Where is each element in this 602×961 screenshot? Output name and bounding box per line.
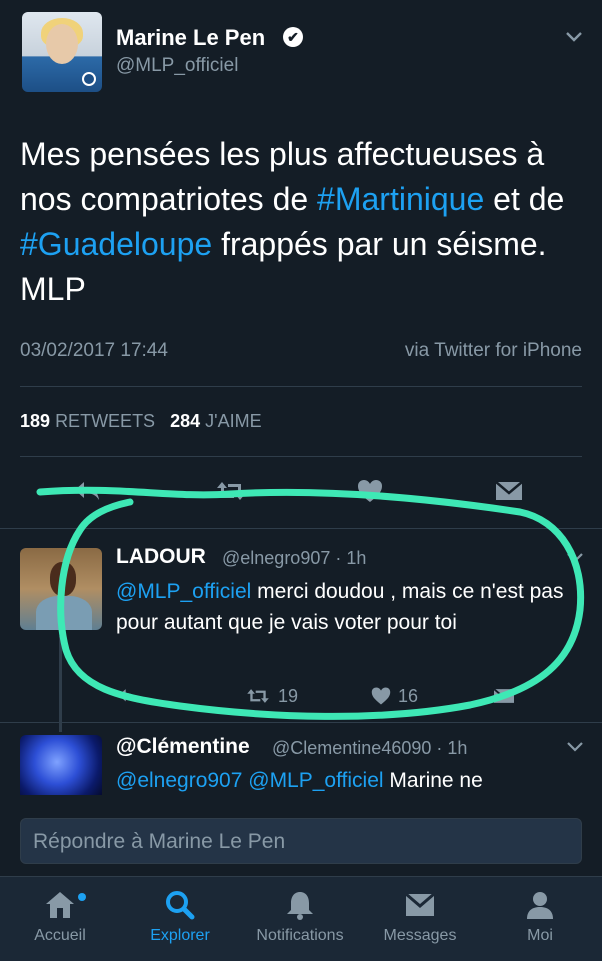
reply-icon[interactable] [72,478,102,511]
author-avatar[interactable] [22,12,102,92]
chevron-down-icon[interactable] [564,28,584,49]
reply-text: @elnegro907 @MLP_officiel Marine ne [116,769,483,792]
person-icon [480,877,600,921]
tab-explorer[interactable]: Explorer [120,877,240,961]
tab-label: Explorer [150,927,210,944]
hashtag-guadeloupe[interactable]: #Guadeloupe [20,226,212,262]
tab-accueil[interactable]: Accueil [0,877,120,961]
home-icon [0,877,120,921]
retweet-icon[interactable] [214,478,248,511]
verified-badge-icon: ✔ [283,27,303,47]
search-icon [120,877,240,921]
envelope-icon [360,877,480,921]
notification-dot [78,893,86,901]
author-handle[interactable]: @MLP_officiel [116,55,238,77]
tweet-text: Mes pensées les plus affectueuses à nos … [20,136,565,307]
tab-notifications[interactable]: Notifications [240,877,360,961]
reply-author-handle[interactable]: @elnegro907 · 1h [222,548,366,569]
retweet-icon[interactable] [244,686,272,711]
reply-like-count: 16 [398,686,419,706]
tweet-timestamp: 03/02/2017 17:44 [20,340,168,361]
chevron-down-icon[interactable] [566,740,584,758]
likes-count[interactable]: 284 [170,411,200,431]
bell-icon [240,877,360,921]
hashtag-martinique[interactable]: #Martinique [317,181,484,217]
tweet-source[interactable]: via Twitter for iPhone [405,340,582,362]
direct-message-icon[interactable] [492,686,516,711]
likes-label: J'AIME [205,411,262,431]
reply-mention[interactable]: @MLP_officiel [116,580,251,603]
reply-avatar[interactable] [20,735,102,795]
reply-retweet-count: 19 [278,686,299,706]
retweets-count[interactable]: 189 [20,411,50,431]
reply-author-name[interactable]: @Clémentine [116,735,250,759]
bottom-tab-bar: Accueil Explorer Notifications Messages … [0,876,602,961]
tab-label: Moi [527,927,553,944]
like-icon[interactable] [356,478,384,511]
tab-messages[interactable]: Messages [360,877,480,961]
thread-connector [59,636,62,732]
reply-icon[interactable] [116,686,140,711]
reply-author-name[interactable]: LADOUR [116,545,206,569]
tab-label: Accueil [34,927,86,944]
tab-label: Notifications [256,927,344,944]
tab-label: Messages [383,927,457,944]
direct-message-icon[interactable] [494,478,524,511]
retweets-label: RETWEETS [55,411,156,431]
chevron-down-icon[interactable] [566,551,584,569]
tab-moi[interactable]: Moi [480,877,600,961]
like-icon[interactable] [370,686,392,711]
author-name[interactable]: Marine Le Pen [116,25,265,51]
reply-text: @MLP_officiel merci doudou , mais ce n'e… [116,580,564,634]
reply-input[interactable]: Répondre à Marine Le Pen [20,818,582,864]
reply-mention[interactable]: @elnegro907 @MLP_officiel [116,769,384,792]
tweet-stats: 189 RETWEETS 284 J'AIME [20,411,272,432]
reply-author-handle[interactable]: @Clementine46090 · 1h [272,738,467,759]
reply-avatar[interactable] [20,548,102,630]
